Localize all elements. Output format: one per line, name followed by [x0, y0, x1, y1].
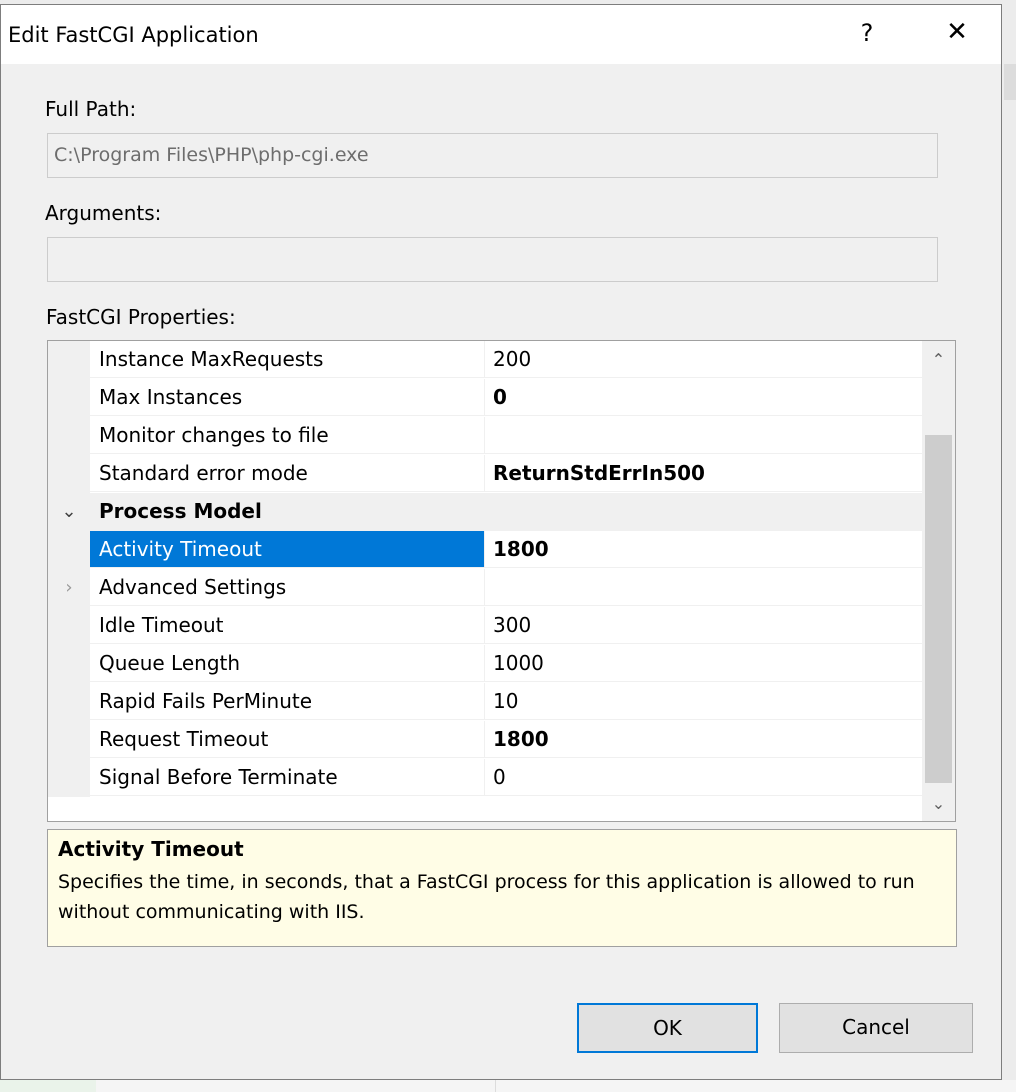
row-gutter: [48, 645, 90, 683]
property-row-rapid-fails[interactable]: Rapid Fails PerMinute 10: [48, 683, 922, 721]
fastcgi-properties-label: FastCGI Properties:: [46, 305, 236, 329]
full-path-field[interactable]: C:\Program Files\PHP\php-cgi.exe: [47, 133, 938, 178]
dialog-title: Edit FastCGI Application: [8, 23, 259, 47]
property-name: Request Timeout: [90, 721, 485, 758]
description-title: Activity Timeout: [58, 837, 244, 861]
property-name: Monitor changes to file: [90, 417, 485, 454]
property-name: Rapid Fails PerMinute: [90, 683, 485, 720]
category-name: Process Model: [99, 499, 262, 523]
property-row-max-instances[interactable]: Max Instances 0: [48, 379, 922, 417]
property-value[interactable]: 0: [485, 379, 922, 416]
help-button[interactable]: ?: [847, 19, 887, 47]
background-window-edge: [1004, 64, 1016, 100]
row-gutter: [48, 455, 90, 493]
category-row-process-model[interactable]: ⌄ Process Model: [48, 493, 922, 531]
property-value[interactable]: [485, 569, 922, 606]
vertical-scrollbar[interactable]: ⌃ ⌄: [922, 341, 955, 821]
property-name: Max Instances: [90, 379, 485, 416]
arguments-label: Arguments:: [45, 201, 162, 225]
property-row-signal-before-terminate[interactable]: Signal Before Terminate 0: [48, 759, 922, 797]
property-value[interactable]: 1800: [485, 531, 922, 568]
property-value[interactable]: [485, 417, 922, 454]
title-bar: Edit FastCGI Application ? ✕: [1, 5, 1001, 64]
row-gutter: [48, 341, 90, 379]
property-value[interactable]: ReturnStdErrIn500: [485, 455, 922, 492]
property-row-activity-timeout[interactable]: Activity Timeout 1800: [48, 531, 922, 569]
description-text: Specifies the time, in seconds, that a F…: [58, 871, 915, 923]
edit-fastcgi-dialog: Edit FastCGI Application ? ✕ Full Path: …: [0, 4, 1002, 1080]
property-value[interactable]: 1800: [485, 721, 922, 758]
scroll-down-arrow-icon[interactable]: ⌄: [922, 789, 955, 819]
row-gutter: [48, 379, 90, 417]
property-name: Activity Timeout: [90, 531, 485, 568]
scroll-up-arrow-icon[interactable]: ⌃: [922, 345, 955, 375]
property-row-advanced-settings[interactable]: › Advanced Settings: [48, 569, 922, 607]
background-divider: [495, 1080, 496, 1092]
background-panel: [0, 1080, 96, 1092]
description-panel: Activity Timeout Specifies the time, in …: [47, 829, 957, 947]
property-name: Standard error mode: [90, 455, 485, 492]
arguments-field[interactable]: [47, 237, 938, 282]
row-gutter: [48, 759, 90, 797]
property-row-monitor-changes[interactable]: Monitor changes to file: [48, 417, 922, 455]
background-window-strip: [0, 1080, 1016, 1092]
close-button[interactable]: ✕: [937, 17, 977, 47]
cancel-button[interactable]: Cancel: [779, 1003, 973, 1053]
property-row-request-timeout[interactable]: Request Timeout 1800: [48, 721, 922, 759]
property-value[interactable]: 1000: [485, 645, 922, 682]
scrollbar-thumb[interactable]: [925, 435, 952, 783]
property-name: Instance MaxRequests: [90, 341, 485, 378]
property-row-standard-error-mode[interactable]: Standard error mode ReturnStdErrIn500: [48, 455, 922, 493]
property-value[interactable]: 300: [485, 607, 922, 644]
row-gutter: [48, 417, 90, 455]
property-name: Idle Timeout: [90, 607, 485, 644]
property-value[interactable]: 10: [485, 683, 922, 720]
property-value[interactable]: 200: [485, 341, 922, 378]
row-gutter: [48, 531, 90, 569]
property-name: Advanced Settings: [90, 569, 485, 606]
ok-button[interactable]: OK: [577, 1003, 758, 1053]
property-value[interactable]: 0: [485, 759, 922, 796]
property-row-queue-length[interactable]: Queue Length 1000: [48, 645, 922, 683]
property-row-instance-maxrequests[interactable]: Instance MaxRequests 200: [48, 341, 922, 379]
property-grid[interactable]: Instance MaxRequests 200 Max Instances 0…: [47, 340, 956, 822]
chevron-down-icon[interactable]: ⌄: [56, 499, 82, 525]
row-gutter: [48, 607, 90, 645]
row-gutter: [48, 721, 90, 759]
property-name: Queue Length: [90, 645, 485, 682]
full-path-label: Full Path:: [45, 97, 137, 121]
chevron-right-icon[interactable]: ›: [56, 575, 82, 601]
property-name: Signal Before Terminate: [90, 759, 485, 796]
property-row-idle-timeout[interactable]: Idle Timeout 300: [48, 607, 922, 645]
row-gutter: [48, 683, 90, 721]
